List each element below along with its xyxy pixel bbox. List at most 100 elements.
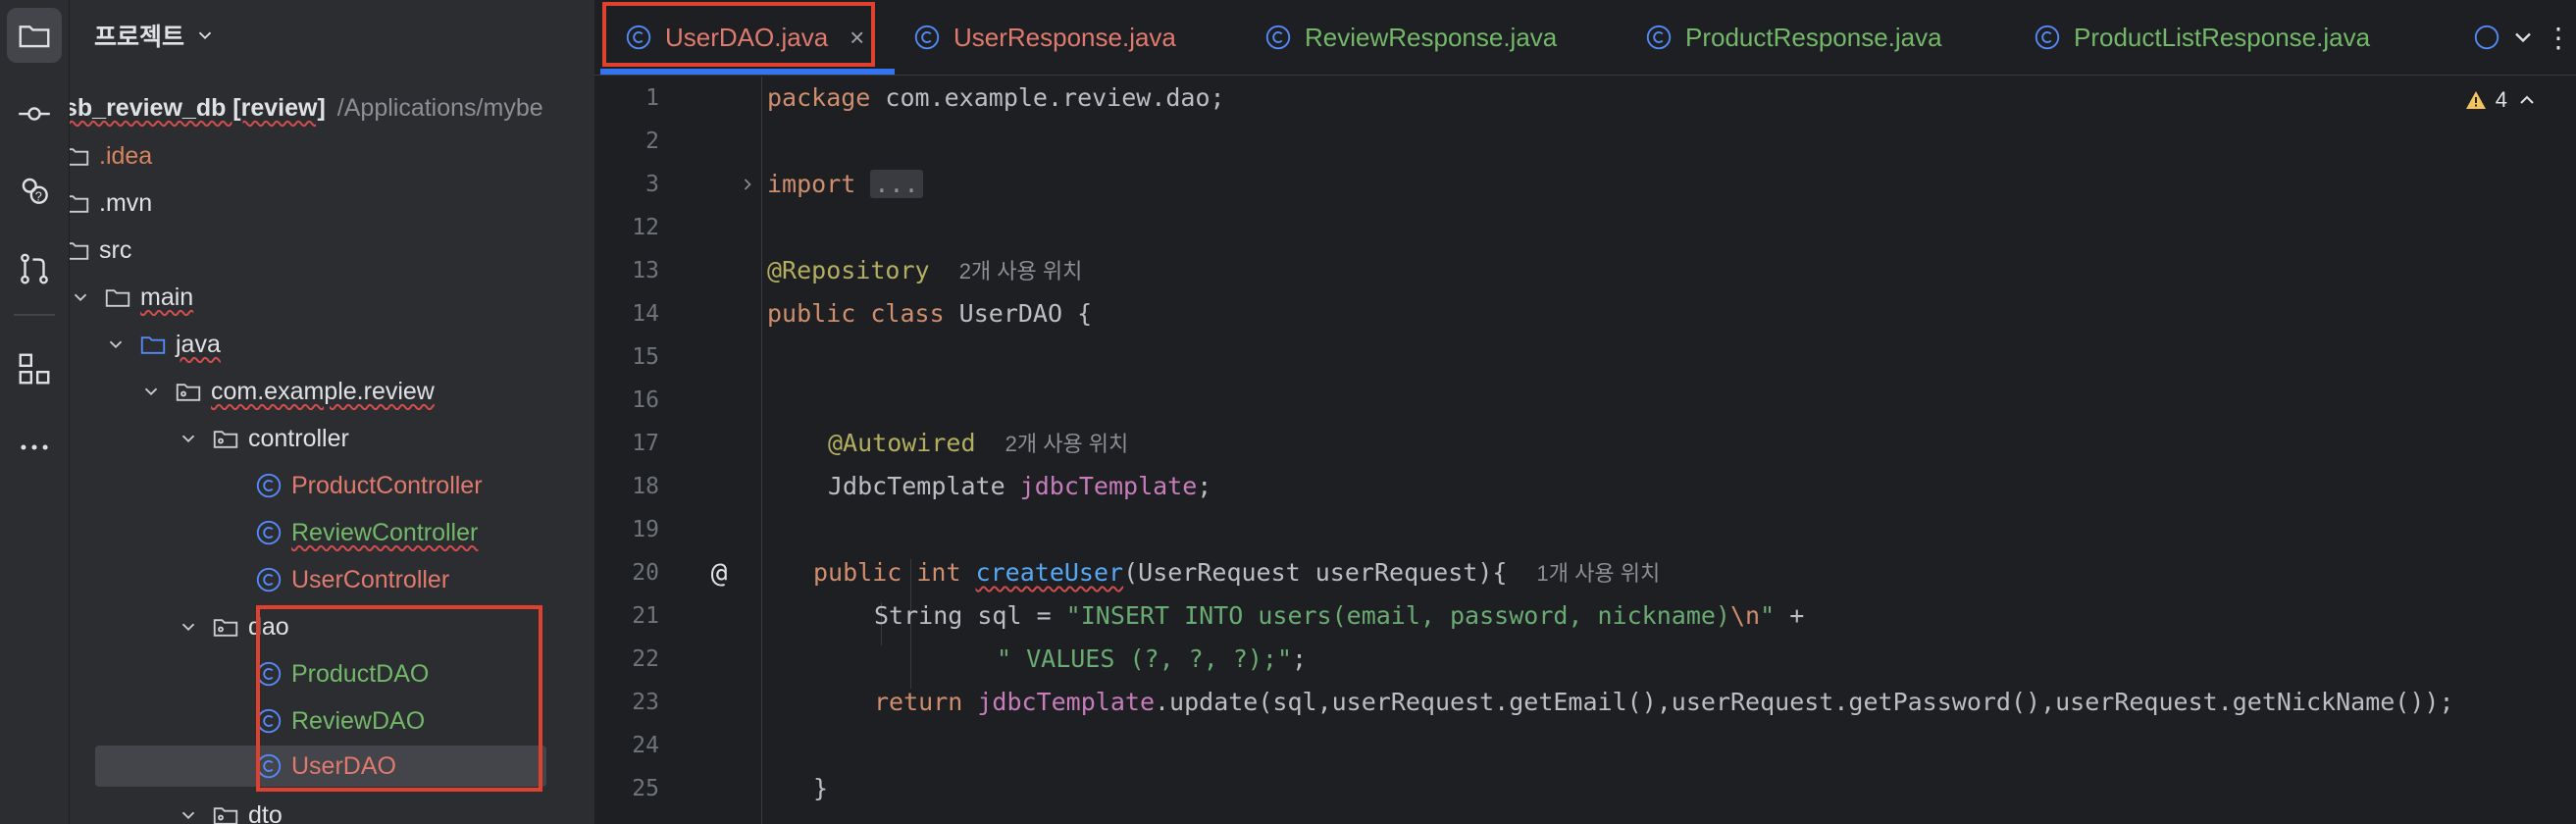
- root-path: /Applications/mybe: [336, 93, 543, 122]
- activity-separator: [14, 314, 55, 316]
- gutter: 1 2 3 12 13 14 15 16 17 18 19 20 21 22 2…: [594, 77, 761, 824]
- tree-item-label: src: [99, 235, 132, 264]
- line-number: 15: [632, 344, 659, 370]
- tree-item-label: java: [176, 330, 221, 358]
- tree-item-main[interactable]: main: [70, 277, 580, 318]
- structure-icon[interactable]: [7, 341, 62, 396]
- tree-item-controller[interactable]: controller: [178, 418, 594, 459]
- ai-assistant-icon[interactable]: ?: [7, 163, 62, 218]
- code-line-20[interactable]: public int createUser(UserRequest userRe…: [813, 551, 1660, 594]
- code-annotation: @Repository: [767, 256, 930, 284]
- line-number: 21: [632, 603, 659, 629]
- line-number: 24: [632, 733, 659, 758]
- fold-expand-icon[interactable]: [738, 175, 757, 194]
- chevron-down-icon[interactable]: [140, 381, 162, 402]
- code-line-18[interactable]: JdbcTemplate jdbcTemplate;: [828, 465, 1211, 508]
- warning-count: 4: [2495, 87, 2507, 112]
- tree-item-package-root[interactable]: com.example.review: [140, 371, 594, 412]
- tree-item-product-controller[interactable]: ProductController: [254, 465, 594, 506]
- tree-item-user-controller[interactable]: UserController: [254, 559, 594, 600]
- dao-highlight-box: [256, 605, 542, 792]
- code-keyword: return: [874, 688, 963, 716]
- folded-imports[interactable]: ...: [870, 170, 923, 198]
- activity-bar: ?: [0, 0, 70, 824]
- project-panel: 프로젝트 sb_review_db [review] /Applications…: [70, 0, 594, 824]
- tree-item-label: controller: [248, 424, 349, 452]
- line-number: 18: [632, 474, 659, 499]
- tree-item-label: .mvn: [99, 188, 153, 217]
- usage-hint[interactable]: 2개 사용 위치: [1005, 432, 1129, 456]
- tree-item-label: ProductController: [291, 471, 483, 499]
- code-field: jdbcTemplate: [977, 688, 1155, 716]
- tree-item-src[interactable]: src: [70, 230, 580, 271]
- code-line-14[interactable]: public class UserDAO {: [767, 292, 1092, 335]
- pull-requests-icon[interactable]: [7, 241, 62, 296]
- tree-root[interactable]: sb_review_db [review] /Applications/mybe: [70, 87, 580, 129]
- class-icon: [256, 520, 282, 545]
- chevron-down-icon[interactable]: [178, 616, 199, 638]
- at-annotation-icon[interactable]: @: [702, 551, 736, 594]
- chevron-down-icon[interactable]: [105, 334, 127, 355]
- tree-item-dto[interactable]: dto: [178, 795, 594, 824]
- tree-item-mvn[interactable]: .mvn: [70, 182, 580, 224]
- tab-productresponse[interactable]: ProductResponse.java: [1644, 0, 1942, 75]
- code-text: }: [813, 774, 829, 802]
- project-view-selector[interactable]: 프로젝트: [94, 15, 216, 56]
- folder-icon: [105, 289, 130, 307]
- line-number: 12: [632, 215, 659, 240]
- chevron-down-icon[interactable]: [178, 804, 199, 824]
- inspection-widget[interactable]: 4: [2464, 82, 2539, 118]
- code-escape: \n: [1729, 601, 1761, 630]
- class-icon: [914, 25, 940, 50]
- tab-overflow: ⋮: [2468, 0, 2576, 75]
- code-line-13[interactable]: @Repository 2개 사용 위치: [767, 249, 1082, 292]
- code-text: String sql =: [874, 601, 1066, 630]
- svg-text:?: ?: [35, 189, 42, 203]
- code-text: ;: [1292, 644, 1308, 673]
- tab-reviewresponse[interactable]: ReviewResponse.java: [1263, 0, 1557, 75]
- line-number: 22: [632, 646, 659, 672]
- code-line-22[interactable]: " VALUES (?, ?, ?);";: [997, 638, 1307, 681]
- code-text: UserDAO {: [944, 299, 1093, 328]
- class-icon: [1265, 25, 1291, 50]
- code-line-23[interactable]: return jdbcTemplate.update(sql,userReque…: [874, 681, 2454, 724]
- project-header-title: 프로젝트: [94, 24, 185, 51]
- package-icon: [213, 619, 238, 637]
- more-icon[interactable]: [7, 420, 62, 475]
- class-icon: [256, 473, 282, 498]
- line-number: 19: [632, 517, 659, 542]
- code-line-17[interactable]: @Autowired 2개 사용 위치: [828, 422, 1128, 465]
- editor-tabs: UserDAO.java × UserResponse.java ReviewR…: [594, 0, 2576, 76]
- chevron-down-icon[interactable]: [2509, 24, 2537, 51]
- tree-item-label: dto: [248, 800, 283, 824]
- code-line-25[interactable]: }: [813, 767, 828, 810]
- tab-label: UserResponse.java: [953, 22, 1176, 52]
- line-number: 3: [645, 172, 659, 197]
- tree-item-label: com.example.review: [211, 377, 435, 405]
- warning-icon: [2465, 91, 2486, 109]
- code-keyword: public class: [767, 299, 945, 328]
- project-folder-icon[interactable]: [7, 8, 62, 63]
- commit-icon[interactable]: [7, 86, 62, 141]
- more-vert-icon[interactable]: ⋮: [2545, 22, 2572, 54]
- chevron-down-icon[interactable]: [178, 428, 199, 449]
- tab-productlistresponse[interactable]: ProductListResponse.java: [2033, 0, 2370, 75]
- package-icon: [176, 384, 201, 401]
- code-text: com.example.review.dao;: [870, 83, 1225, 112]
- tree-item-java[interactable]: java: [105, 324, 594, 365]
- tree-item-idea[interactable]: .idea: [70, 135, 580, 177]
- tree-item-label: main: [140, 283, 194, 311]
- tab-userresponse[interactable]: UserResponse.java: [912, 0, 1176, 75]
- code-keyword: public int: [813, 558, 961, 587]
- code-line-21[interactable]: String sql = "INSERT INTO users(email, p…: [874, 594, 1804, 638]
- chevron-up-icon[interactable]: [2515, 88, 2539, 112]
- code-line-3[interactable]: import ...: [767, 163, 923, 206]
- chevron-down-icon[interactable]: [70, 286, 91, 308]
- usage-hint[interactable]: 2개 사용 위치: [959, 259, 1083, 283]
- usage-hint[interactable]: 1개 사용 위치: [1537, 561, 1661, 586]
- line-number: 1: [645, 85, 659, 111]
- code-method-name: createUser: [975, 558, 1124, 587]
- tree-item-review-controller[interactable]: ReviewController: [254, 512, 594, 553]
- code-line-1[interactable]: package com.example.review.dao;: [767, 77, 1225, 120]
- tree-item-label: UserController: [291, 565, 450, 593]
